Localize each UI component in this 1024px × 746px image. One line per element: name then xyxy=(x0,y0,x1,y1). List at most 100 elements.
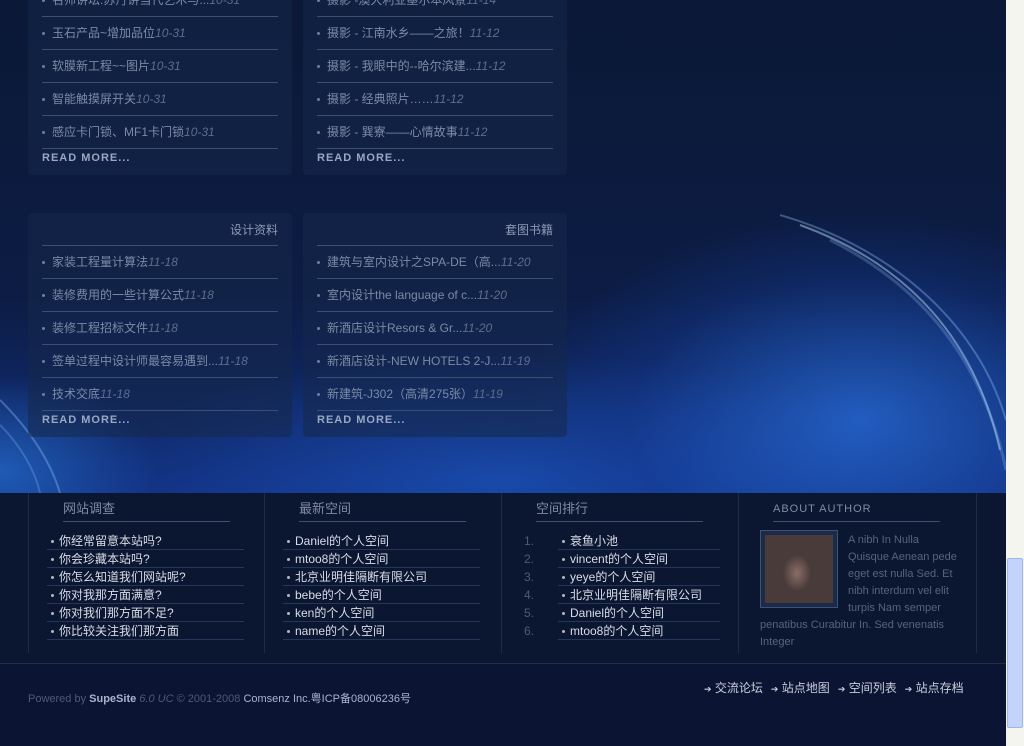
article-panel: 套图书籍 建筑与室内设计之SPA-DE（高...11-20 室内设计the lang… xyxy=(303,213,567,437)
article-title[interactable]: 玉石产品~增加品位 xyxy=(52,26,155,40)
footer-link-label[interactable]: 交流论坛 xyxy=(715,681,763,695)
article-item[interactable]: 智能触摸屏开关10-31 xyxy=(42,83,278,116)
newest-item-label[interactable]: mtoo8的个人空间 xyxy=(295,552,388,566)
article-date: 11-20 xyxy=(462,321,493,335)
survey-item-label[interactable]: 你对我们那方面不足? xyxy=(59,606,174,620)
survey-item[interactable]: 你对我那方面满意? xyxy=(47,586,244,604)
survey-item[interactable]: 你对我们那方面不足? xyxy=(47,604,244,622)
rank-item[interactable]: 1. 衰鱼小池 xyxy=(524,532,720,550)
article-title[interactable]: 摄影 - 巽寮——心情故事 xyxy=(327,125,458,139)
article-item[interactable]: 装修工程招标文件11-18 xyxy=(42,312,278,345)
article-title[interactable]: 家装工程量计算法 xyxy=(52,255,148,269)
footer-link-label[interactable]: 站点地图 xyxy=(782,681,830,695)
article-item[interactable]: 摄影 - 江南水乡——之旅！11-12 xyxy=(317,17,553,50)
article-title[interactable]: 新酒店设计Resors & Gr... xyxy=(327,321,462,335)
survey-item[interactable]: 你会珍藏本站吗? xyxy=(47,550,244,568)
newest-item-label[interactable]: 北京业明佳隔断有限公司 xyxy=(295,570,427,584)
rank-item-label[interactable]: 北京业明佳隔断有限公司 xyxy=(570,588,702,602)
article-item[interactable]: 新酒店设计-NEW HOTELS 2-J...11-19 xyxy=(317,345,553,378)
rank-item[interactable]: 4. 北京业明佳隔断有限公司 xyxy=(524,586,720,604)
scrollbar[interactable] xyxy=(1006,0,1024,746)
footer-link-label[interactable]: 空间列表 xyxy=(849,681,897,695)
article-item[interactable]: 新建筑-J302（高清275张）11-19 xyxy=(317,378,553,411)
article-item[interactable]: 签单过程中设计师最容易遇到...11-18 xyxy=(42,345,278,378)
newest-item[interactable]: Daniel的个人空间 xyxy=(283,532,480,550)
article-item[interactable]: 技术交底11-18 xyxy=(42,378,278,411)
brand-link[interactable]: SupeSite xyxy=(89,693,136,705)
newest-item[interactable]: ken的个人空间 xyxy=(283,604,480,622)
company-link[interactable]: Comsenz Inc.粤ICP备08006236号 xyxy=(243,693,411,705)
article-title[interactable]: 签单过程中设计师最容易遇到... xyxy=(52,354,218,368)
footer-link[interactable]: ➔ 交流论坛 xyxy=(704,681,763,695)
rank-item-label[interactable]: yeye的个人空间 xyxy=(570,570,655,584)
rank-item[interactable]: 2. vincent的个人空间 xyxy=(524,550,720,568)
rank-item[interactable]: 5. Daniel的个人空间 xyxy=(524,604,720,622)
article-title[interactable]: 摄影 -澳大利亚墨尔本风景 xyxy=(327,0,466,7)
newest-column: 最新空间 Daniel的个人空间 mtoo8的个人空间 北京业明佳隔断有限公司 beb… xyxy=(264,493,501,653)
article-date: 11-14 xyxy=(466,0,497,7)
article-item[interactable]: 感应卡门锁、MF1卡门锁10-31 xyxy=(42,116,278,149)
panel-title: 套图书籍 xyxy=(317,213,553,246)
article-date: 11-18 xyxy=(218,354,248,368)
article-title[interactable]: 技术交底 xyxy=(52,387,100,401)
article-item[interactable]: 摄影 - 经典照片……11-12 xyxy=(317,83,553,116)
article-item[interactable]: 摄影 -澳大利亚墨尔本风景11-14 xyxy=(317,0,553,17)
newest-item-label[interactable]: name的个人空间 xyxy=(295,624,385,638)
read-more-link[interactable]: READ MORE... xyxy=(317,149,553,167)
article-title[interactable]: 摄影 - 经典照片…… xyxy=(327,92,434,106)
survey-item[interactable]: 你比较关注我们那方面 xyxy=(47,622,244,640)
article-title[interactable]: 新建筑-J302（高清275张） xyxy=(327,387,473,401)
rank-item-label[interactable]: mtoo8的个人空间 xyxy=(570,624,663,638)
survey-item[interactable]: 你经常留意本站吗? xyxy=(47,532,244,550)
footer-link[interactable]: ➔ 站点地图 xyxy=(771,681,830,695)
article-item[interactable]: 新酒店设计Resors & Gr...11-20 xyxy=(317,312,553,345)
newest-item-label[interactable]: Daniel的个人空间 xyxy=(295,534,389,548)
article-item[interactable]: 建筑与室内设计之SPA-DE（高...11-20 xyxy=(317,246,553,279)
article-item[interactable]: 软膜新工程~~图片10-31 xyxy=(42,50,278,83)
rank-item-label[interactable]: Daniel的个人空间 xyxy=(570,606,664,620)
newest-item-label[interactable]: bebe的个人空间 xyxy=(295,588,382,602)
article-title[interactable]: 装修工程招标文件 xyxy=(52,321,148,335)
footer-link[interactable]: ➔ 空间列表 xyxy=(838,681,897,695)
survey-item-label[interactable]: 你经常留意本站吗? xyxy=(59,534,162,548)
article-title[interactable]: 名师讲坛:苏丹讲当代艺术与... xyxy=(52,0,209,7)
article-title[interactable]: 软膜新工程~~图片 xyxy=(52,59,150,73)
article-date: 11-12 xyxy=(475,59,506,73)
article-item[interactable]: 玉石产品~增加品位10-31 xyxy=(42,17,278,50)
article-item[interactable]: 装修费用的一些计算公式11-18 xyxy=(42,279,278,312)
article-title[interactable]: 摄影 - 江南水乡——之旅！ xyxy=(327,26,470,40)
rank-item-label[interactable]: vincent的个人空间 xyxy=(570,552,668,566)
article-item[interactable]: 室内设计the language of c...11-20 xyxy=(317,279,553,312)
scrollbar-thumb[interactable] xyxy=(1007,558,1023,728)
newest-item-label[interactable]: ken的个人空间 xyxy=(295,606,374,620)
article-title[interactable]: 摄影 - 我眼中的--哈尔滨建... xyxy=(327,59,476,73)
newest-item[interactable]: name的个人空间 xyxy=(283,622,480,640)
survey-item-label[interactable]: 你会珍藏本站吗? xyxy=(59,552,150,566)
read-more-link[interactable]: READ MORE... xyxy=(42,411,278,429)
read-more-link[interactable]: READ MORE... xyxy=(42,149,278,167)
article-date: 10-31 xyxy=(155,26,186,40)
article-item[interactable]: 家装工程量计算法11-18 xyxy=(42,246,278,279)
article-title[interactable]: 感应卡门锁、MF1卡门锁 xyxy=(52,125,184,139)
article-title[interactable]: 装修费用的一些计算公式 xyxy=(52,288,184,302)
footer-link-label[interactable]: 站点存档 xyxy=(916,681,964,695)
survey-item-label[interactable]: 你对我那方面满意? xyxy=(59,588,162,602)
article-item[interactable]: 摄影 - 巽寮——心情故事11-12 xyxy=(317,116,553,149)
survey-item-label[interactable]: 你比较关注我们那方面 xyxy=(59,624,179,638)
newest-item[interactable]: mtoo8的个人空间 xyxy=(283,550,480,568)
article-item[interactable]: 摄影 - 我眼中的--哈尔滨建...11-12 xyxy=(317,50,553,83)
newest-item[interactable]: bebe的个人空间 xyxy=(283,586,480,604)
rank-item[interactable]: 3. yeye的个人空间 xyxy=(524,568,720,586)
newest-item[interactable]: 北京业明佳隔断有限公司 xyxy=(283,568,480,586)
article-title[interactable]: 建筑与室内设计之SPA-DE（高... xyxy=(327,255,501,269)
article-item[interactable]: 名师讲坛:苏丹讲当代艺术与...10-31 xyxy=(42,0,278,17)
survey-item[interactable]: 你怎么知道我们网站呢? xyxy=(47,568,244,586)
rank-item[interactable]: 6. mtoo8的个人空间 xyxy=(524,622,720,640)
read-more-link[interactable]: READ MORE... xyxy=(317,411,553,429)
rank-item-label[interactable]: 衰鱼小池 xyxy=(570,534,618,548)
survey-item-label[interactable]: 你怎么知道我们网站呢? xyxy=(59,570,186,584)
article-title[interactable]: 智能触摸屏开关 xyxy=(52,92,136,106)
footer-link[interactable]: ➔ 站点存档 xyxy=(905,681,964,695)
article-title[interactable]: 室内设计the language of c... xyxy=(327,288,477,302)
article-title[interactable]: 新酒店设计-NEW HOTELS 2-J... xyxy=(327,354,500,368)
